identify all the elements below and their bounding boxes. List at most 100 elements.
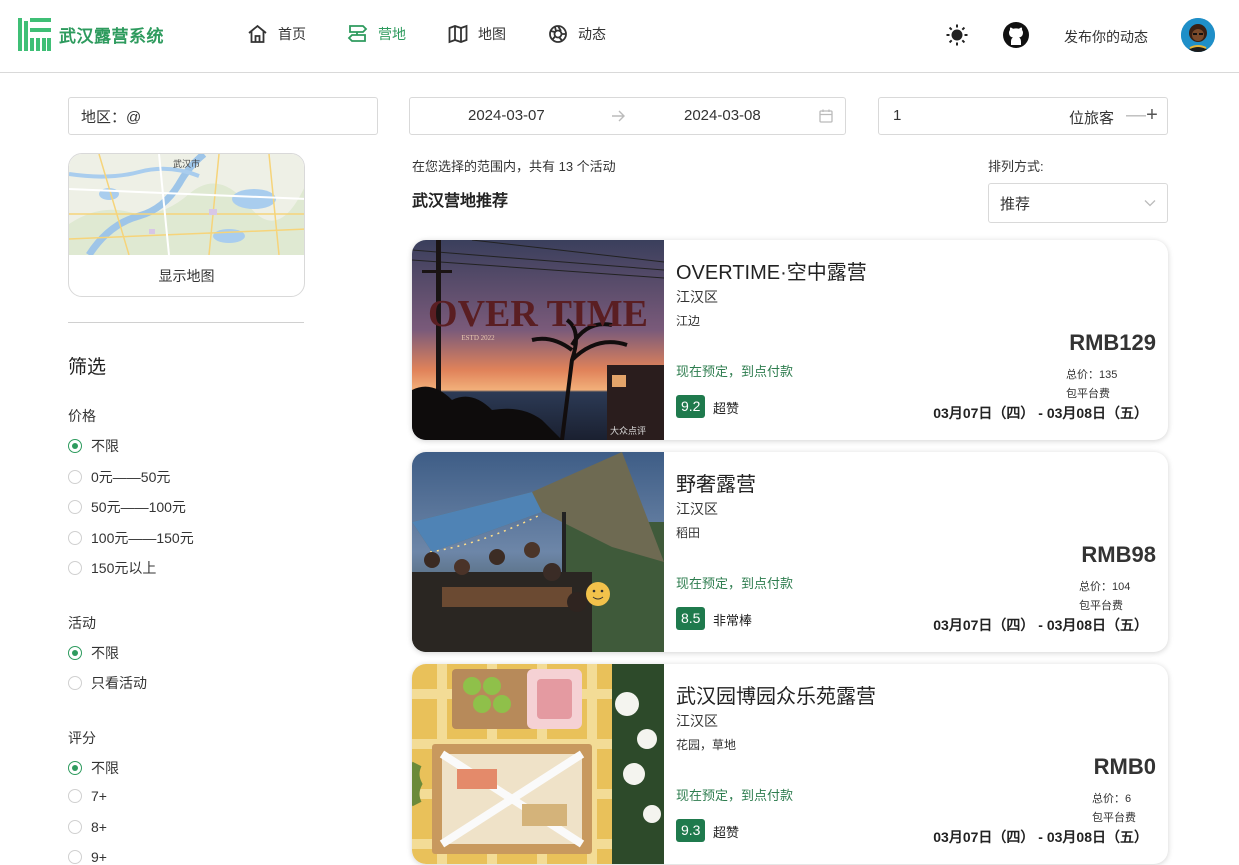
score-badge: 9.2	[676, 395, 706, 418]
nav-map-label: 地图	[478, 26, 506, 42]
camp-name[interactable]: 武汉园博园众乐苑露营	[676, 680, 876, 709]
camp-district: 江汉区	[676, 501, 718, 517]
section-title: 武汉营地推荐	[412, 193, 509, 210]
rating-option-label: 9+	[91, 849, 107, 865]
map-preview-image: 武汉市	[69, 154, 304, 255]
activity-option-only[interactable]: 只看活动	[68, 673, 147, 693]
platform-fee-note: 包平台费	[1092, 812, 1136, 824]
result-count-text: 在您选择的范围内，共有 13 个活动	[412, 159, 616, 174]
avatar-image	[1181, 18, 1215, 52]
radio-icon	[68, 820, 82, 834]
activity-filter-title: 活动	[68, 615, 96, 631]
sort-select-value: 推荐	[1000, 195, 1031, 213]
show-map-card[interactable]: 武汉市 显示地图	[68, 153, 305, 297]
camp-photo: OVER TIME ESTD 2022 大众点评	[412, 240, 664, 440]
region-input-value: 地区：@	[81, 108, 142, 126]
camp-card[interactable]: 武汉园博园众乐苑露营 江汉区 花园，草地 现在预定，到点付款 9.3 超赞 RM…	[412, 664, 1168, 864]
chevron-down-icon	[1144, 200, 1156, 207]
price-option-0-50[interactable]: 0元——50元	[68, 467, 170, 487]
sun-icon	[946, 24, 968, 46]
sort-label: 排列方式:	[988, 159, 1044, 174]
photo-overlay-subtext: ESTD 2022	[461, 334, 495, 342]
nav-home[interactable]: 首页	[247, 24, 306, 44]
rating-option-label: 7+	[91, 788, 107, 804]
score-text: 超赞	[713, 825, 740, 840]
price-option-50-100[interactable]: 50元——100元	[68, 497, 186, 517]
nav-feed-label: 动态	[578, 26, 606, 42]
user-avatar[interactable]	[1181, 18, 1215, 52]
aperture-icon	[549, 25, 567, 43]
camp-price: RMB129	[1069, 330, 1156, 355]
calendar-icon	[819, 109, 833, 123]
theme-toggle-button[interactable]	[944, 22, 970, 48]
camp-card[interactable]: OVER TIME ESTD 2022 大众点评 OVERTIME·空中露营 江…	[412, 240, 1168, 440]
nav-map[interactable]: 地图	[448, 24, 506, 44]
filter-title: 筛选	[68, 357, 107, 378]
logo-icon	[18, 18, 51, 51]
end-date-field[interactable]: 2024-03-08	[684, 107, 761, 124]
filter-divider	[68, 322, 304, 323]
nav-camps[interactable]: 营地	[347, 24, 406, 44]
price-option-150-plus[interactable]: 150元以上	[68, 558, 156, 578]
camp-price: RMB0	[1093, 754, 1156, 779]
home-icon	[248, 24, 267, 43]
price-option-label: 不限	[91, 438, 119, 454]
camp-total-price: 总价：135	[1066, 369, 1118, 381]
stay-date-range: 03月07日（四） - 03月08日（五）	[933, 829, 1148, 845]
activity-option-any[interactable]: 不限	[68, 643, 119, 663]
rating-option-8plus[interactable]: 8+	[68, 819, 107, 835]
camp-name[interactable]: OVERTIME·空中露营	[676, 256, 867, 285]
camp-photo-glamping	[412, 452, 664, 652]
rating-option-label: 不限	[91, 760, 119, 776]
nav-camps-label: 营地	[378, 26, 406, 42]
show-map-label: 显示地图	[158, 268, 215, 284]
radio-icon	[68, 531, 82, 545]
app-logo[interactable]: 武汉露营系统	[18, 18, 164, 51]
photo-watermark: 大众点评	[610, 425, 646, 436]
platform-fee-note: 包平台费	[1079, 600, 1123, 612]
guest-count-stepper[interactable]: 1 位旅客 — +	[878, 97, 1168, 135]
camp-card[interactable]: 野奢露营 江汉区 稻田 现在预定，到点付款 8.5 非常棒 RMB98 总价：1…	[412, 452, 1168, 652]
guest-count-value: 1	[893, 107, 902, 124]
signpost-icon	[347, 25, 368, 42]
date-range-picker[interactable]: 2024-03-07 2024-03-08	[409, 97, 846, 135]
score-badge: 9.3	[676, 819, 706, 842]
camp-district: 江汉区	[676, 289, 718, 305]
rating-option-7plus[interactable]: 7+	[68, 788, 107, 804]
stay-date-range: 03月07日（四） - 03月08日（五）	[933, 617, 1148, 633]
camp-total-price: 总价：104	[1079, 581, 1131, 593]
map-preview-city-label: 武汉市	[173, 158, 200, 169]
region-input[interactable]: 地区：@	[68, 97, 378, 135]
price-option-label: 100元——150元	[91, 530, 194, 546]
price-option-any[interactable]: 不限	[68, 436, 119, 456]
start-date-field[interactable]: 2024-03-07	[468, 107, 545, 124]
nav-home-label: 首页	[278, 26, 306, 42]
publish-post-link[interactable]: 发布你的动态	[1064, 27, 1148, 47]
price-option-100-150[interactable]: 100元——150元	[68, 528, 194, 548]
radio-checked-icon	[68, 646, 82, 660]
booking-note: 现在预定，到点付款	[676, 576, 794, 591]
booking-note: 现在预定，到点付款	[676, 788, 794, 803]
app-title: 武汉露营系统	[59, 27, 164, 46]
activity-option-label: 只看活动	[91, 675, 147, 691]
nav-feed[interactable]: 动态	[548, 24, 606, 44]
radio-checked-icon	[68, 439, 82, 453]
guest-decrease-button[interactable]: —	[1126, 104, 1146, 128]
camp-tag: 花园，草地	[676, 738, 737, 752]
camp-name[interactable]: 野奢露营	[676, 468, 756, 497]
camp-photo-picnic	[412, 664, 664, 864]
sort-select[interactable]: 推荐	[988, 183, 1168, 223]
stay-date-range: 03月07日（四） - 03月08日（五）	[933, 405, 1148, 421]
radio-icon	[68, 676, 82, 690]
arrow-right-icon	[612, 110, 625, 122]
camp-price: RMB98	[1081, 542, 1156, 567]
rating-option-any[interactable]: 不限	[68, 758, 119, 778]
rating-option-9plus[interactable]: 9+	[68, 849, 107, 865]
github-link[interactable]	[1003, 22, 1029, 48]
guest-increase-button[interactable]: +	[1145, 104, 1159, 128]
camp-photo	[412, 664, 664, 864]
score-badge: 8.5	[676, 607, 706, 630]
radio-icon	[68, 561, 82, 575]
price-filter-title: 价格	[68, 408, 96, 424]
camp-photo	[412, 452, 664, 652]
